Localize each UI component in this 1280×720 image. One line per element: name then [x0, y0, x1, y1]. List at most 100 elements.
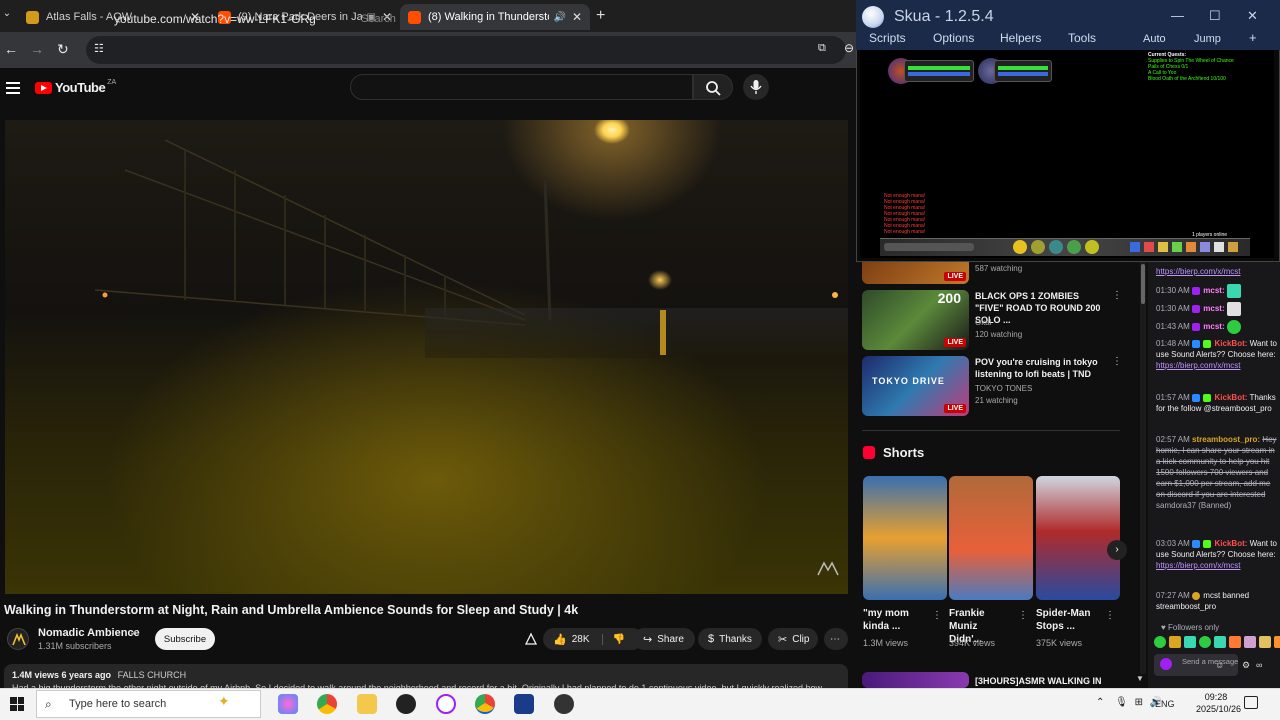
- chat-username[interactable]: streamboost_pro:: [1192, 435, 1260, 444]
- taskbar-clock[interactable]: 09:28 2025/10/26: [1196, 691, 1241, 715]
- video-title[interactable]: POV you're cruising in tokyo listening t…: [975, 356, 1110, 380]
- menu-helpers[interactable]: Helpers: [1000, 31, 1041, 45]
- more-options-icon[interactable]: ⋮: [1018, 610, 1028, 621]
- address-bar[interactable]: [86, 36, 846, 64]
- input-language[interactable]: ENG: [1155, 699, 1175, 709]
- show-hidden-icons-icon[interactable]: ⌃: [1096, 697, 1104, 708]
- video-thumbnail[interactable]: TOKYO DRIVE LIVE: [862, 356, 969, 416]
- video-thumbnail[interactable]: [862, 672, 969, 688]
- close-icon[interactable]: ✕: [1247, 8, 1258, 24]
- menu-jump[interactable]: Jump: [1194, 33, 1221, 45]
- thanks-button[interactable]: $ Thanks: [698, 628, 762, 650]
- chat-username[interactable]: KickBot:: [1215, 393, 1248, 402]
- search-button[interactable]: [693, 74, 733, 100]
- new-tab-button[interactable]: +: [596, 7, 605, 25]
- network-icon[interactable]: ⊞: [1135, 697, 1143, 708]
- video-player[interactable]: [5, 120, 848, 594]
- chrome-active-icon[interactable]: [475, 694, 495, 714]
- share-button[interactable]: ↪ Share: [633, 628, 695, 650]
- install-app-icon[interactable]: ⧉: [818, 42, 826, 55]
- channel-name[interactable]: Nomadic Ambience: [38, 627, 140, 639]
- chat-link[interactable]: https://bierp.com/x/mcst: [1156, 267, 1240, 276]
- copilot-icon[interactable]: [278, 694, 298, 714]
- forward-icon[interactable]: →: [30, 41, 44, 57]
- shorts-next-button[interactable]: ›: [1107, 540, 1127, 560]
- channel-name[interactable]: Okal: [975, 318, 991, 327]
- app-icon[interactable]: [436, 694, 456, 714]
- back-icon[interactable]: ←: [4, 41, 18, 57]
- chat-username[interactable]: KickBot:: [1215, 339, 1248, 348]
- menu-scripts[interactable]: Scripts: [869, 31, 906, 45]
- emote-icon[interactable]: [1169, 636, 1181, 648]
- recommendation-item[interactable]: [3HOURS]ASMR WALKING IN: [862, 672, 1122, 688]
- menu-options[interactable]: Options: [933, 31, 974, 45]
- like-count[interactable]: 28K: [572, 634, 590, 645]
- more-options-icon[interactable]: ⋮: [1112, 356, 1122, 367]
- chat-username[interactable]: mcst:: [1203, 304, 1224, 313]
- search-input[interactable]: [350, 74, 693, 100]
- video-title[interactable]: [3HOURS]ASMR WALKING IN: [975, 675, 1110, 687]
- short-thumbnail[interactable]: [863, 476, 947, 600]
- short-thumbnail[interactable]: [1036, 476, 1120, 600]
- recommendation-item[interactable]: TOKYO DRIVE LIVE POV you're cruising in …: [862, 356, 1122, 416]
- microphone-tray-icon[interactable]: 🎙: [1115, 697, 1128, 708]
- more-options-icon[interactable]: ⋮: [1112, 290, 1122, 301]
- chrome-icon[interactable]: [317, 694, 337, 714]
- more-options-icon[interactable]: ⋮: [932, 610, 942, 621]
- chat-username[interactable]: mcst:: [1203, 286, 1224, 295]
- windows-start-icon[interactable]: [10, 697, 24, 711]
- chat-link[interactable]: https://bierp.com/x/mcst: [1156, 361, 1240, 370]
- scroll-down-icon[interactable]: ▼: [1136, 674, 1144, 683]
- search-highlight-icon[interactable]: ✦: [218, 693, 230, 710]
- channel-name[interactable]: TOKYO TONES: [975, 384, 1032, 393]
- short-title[interactable]: Spider-Man Stops ...: [1036, 607, 1096, 633]
- audio-playing-icon[interactable]: 🔊: [553, 12, 565, 23]
- scrollbar-thumb[interactable]: [1141, 264, 1145, 304]
- emoji-picker-icon[interactable]: ☺: [1215, 660, 1224, 670]
- tip-icon[interactable]: [524, 632, 538, 646]
- banned-username[interactable]: streamboost_pro: [1156, 602, 1216, 611]
- reload-icon[interactable]: ↻: [57, 41, 69, 58]
- menu-tools[interactable]: Tools: [1068, 31, 1096, 45]
- short-title[interactable]: "my mom kinda ...: [863, 607, 923, 633]
- tab-search-icon[interactable]: ⌄: [0, 8, 14, 24]
- emote-icon[interactable]: [1184, 636, 1196, 648]
- user-avatar[interactable]: [1160, 658, 1172, 670]
- voice-search-button[interactable]: [743, 74, 769, 100]
- emote-icon[interactable]: [1199, 636, 1211, 648]
- emote-icon[interactable]: [1214, 636, 1226, 648]
- youtube-logo[interactable]: YouTube ZA: [35, 79, 116, 95]
- chat-username[interactable]: KickBot:: [1215, 539, 1248, 548]
- skua-taskbar-icon[interactable]: [554, 694, 574, 714]
- emote-icon[interactable]: [1259, 636, 1271, 648]
- add-button[interactable]: +: [1249, 30, 1257, 45]
- emote-icon[interactable]: [1274, 636, 1280, 648]
- tab-walking-thunderstorm[interactable]: (8) Walking in Thunderstorm 🔊 ✕: [400, 4, 590, 30]
- recommendation-item[interactable]: 200 LIVE BLACK OPS 1 ZOMBIES "FIVE" ROAD…: [862, 290, 1122, 350]
- video-title[interactable]: BLACK OPS 1 ZOMBIES "FIVE" ROAD TO ROUND…: [975, 290, 1110, 326]
- url-text[interactable]: youtube.com/watch?v=ww-LFK1-GRg: [114, 12, 316, 26]
- channel-avatar[interactable]: [7, 628, 29, 650]
- menu-icon[interactable]: [6, 82, 20, 97]
- maximize-icon[interactable]: ☐: [1209, 8, 1221, 24]
- skill-bar[interactable]: [880, 238, 1250, 256]
- more-options-icon[interactable]: ⋮: [1105, 610, 1115, 621]
- zoom-icon[interactable]: ⊖: [844, 41, 854, 55]
- emote-icon[interactable]: [1154, 636, 1166, 648]
- clip-button[interactable]: ✂ Clip: [768, 628, 818, 650]
- close-tab-icon[interactable]: ✕: [572, 10, 582, 24]
- file-explorer-icon[interactable]: [357, 694, 377, 714]
- emote-icon[interactable]: [1244, 636, 1256, 648]
- short-thumbnail[interactable]: [949, 476, 1033, 600]
- menu-auto[interactable]: Auto: [1143, 33, 1166, 45]
- like-icon[interactable]: 👍: [553, 633, 567, 646]
- site-info-icon[interactable]: ☷: [94, 42, 104, 55]
- more-actions-button[interactable]: ⋯: [824, 628, 848, 650]
- recommendation-item[interactable]: LIVE 587 watching: [862, 254, 1122, 288]
- recommendations-scrollbar[interactable]: [1140, 262, 1146, 674]
- minimize-icon[interactable]: —: [1171, 8, 1184, 23]
- subscribe-button[interactable]: Subscribe: [155, 628, 215, 650]
- video-thumbnail[interactable]: 200 LIVE: [862, 290, 969, 350]
- aqw-game-icon[interactable]: [514, 694, 534, 714]
- emote-icon[interactable]: [1229, 636, 1241, 648]
